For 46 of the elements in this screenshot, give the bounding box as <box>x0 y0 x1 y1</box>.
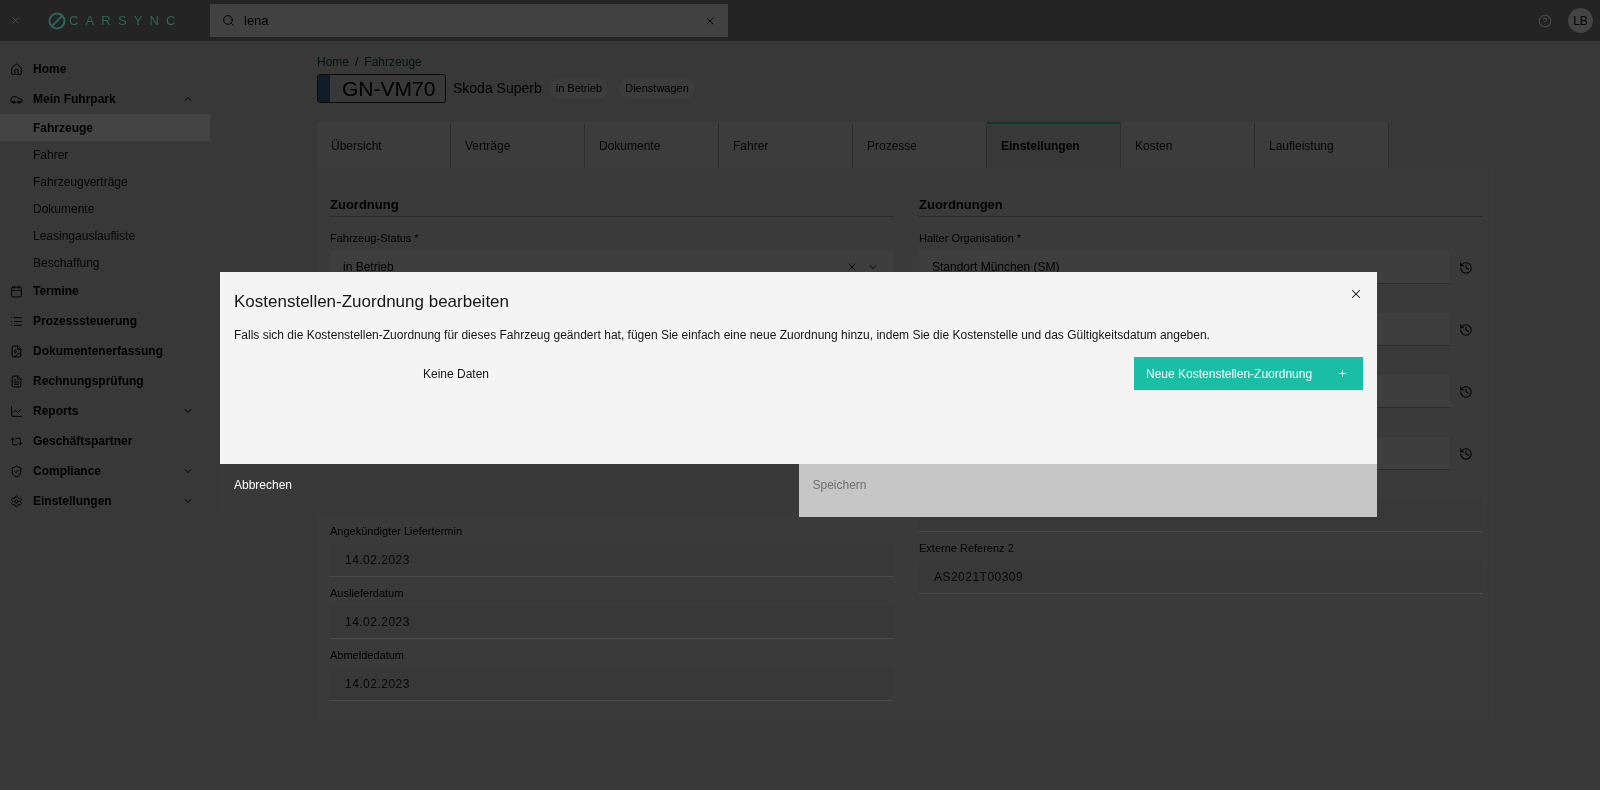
field-label: Auslieferdatum <box>330 586 404 600</box>
plus-icon <box>1337 368 1348 379</box>
breadcrumb-link[interactable]: Home <box>317 53 349 71</box>
breadcrumb-link[interactable]: Fahrzeuge <box>364 53 422 71</box>
close-icon <box>9 15 21 26</box>
field-label: Angekündigter Liefertermin <box>330 524 463 538</box>
field-label: Abmeldedatum <box>330 648 404 662</box>
history-icon[interactable] <box>1459 322 1473 337</box>
chart-icon <box>10 404 23 418</box>
sidebar-subitem[interactable]: Fahrzeuge <box>0 114 210 141</box>
section-heading: Zuordnungen <box>919 197 1003 213</box>
section-heading: Zuordnung <box>330 197 399 213</box>
field-label: Fahrzeug-Status * <box>330 231 419 245</box>
empty-state-text: Keine Daten <box>423 365 490 383</box>
license-plate: GN-VM70 <box>317 74 446 103</box>
status-tag: in Betrieb <box>549 78 609 99</box>
tab[interactable]: Verträge <box>451 122 585 168</box>
home-icon <box>10 62 23 76</box>
breadcrumb-separator: / <box>355 54 359 71</box>
calendar-icon <box>10 284 23 298</box>
status-tag: Dienstwagen <box>619 78 695 99</box>
vehicle-model: Skoda Superb <box>453 79 542 98</box>
history-icon[interactable] <box>1459 446 1473 461</box>
history-icon[interactable] <box>1459 260 1473 275</box>
modal-title: Kostenstellen-Zuordnung bearbeiten <box>234 292 510 312</box>
field-label: Halter Organisation * <box>919 231 1022 245</box>
modal-description: Falls sich die Kostenstellen-Zuordnung für dieses Fahrzeug geändert hat, fügen Sie einfach eine neue Zuordnung hinzu, indem Sie die Kostenstelle und das Gültigkeitsdatum angeben. <box>234 327 1210 343</box>
list-icon <box>10 314 23 328</box>
shield-icon <box>10 464 23 478</box>
settings-icon <box>10 494 23 508</box>
tab[interactable]: Laufleistung <box>1255 122 1389 168</box>
add-assignment-button[interactable]: Neue Kostenstellen-Zuordnung <box>1134 357 1363 390</box>
document-icon <box>10 374 23 388</box>
help-icon[interactable] <box>1538 13 1552 28</box>
history-icon[interactable] <box>1459 384 1473 399</box>
tab[interactable]: Einstellungen <box>987 122 1121 168</box>
search-field[interactable]: lena <box>210 4 728 37</box>
user-avatar[interactable]: LB <box>1568 8 1593 33</box>
search-icon <box>222 14 235 27</box>
clear-icon[interactable] <box>846 261 858 273</box>
logo-text: CARSYNC <box>69 11 183 30</box>
cancel-button[interactable]: Abbrechen <box>220 464 799 517</box>
tab[interactable]: Prozesse <box>853 122 987 168</box>
document-icon <box>10 344 23 358</box>
logo-icon <box>48 11 66 30</box>
close-icon <box>1349 287 1363 301</box>
